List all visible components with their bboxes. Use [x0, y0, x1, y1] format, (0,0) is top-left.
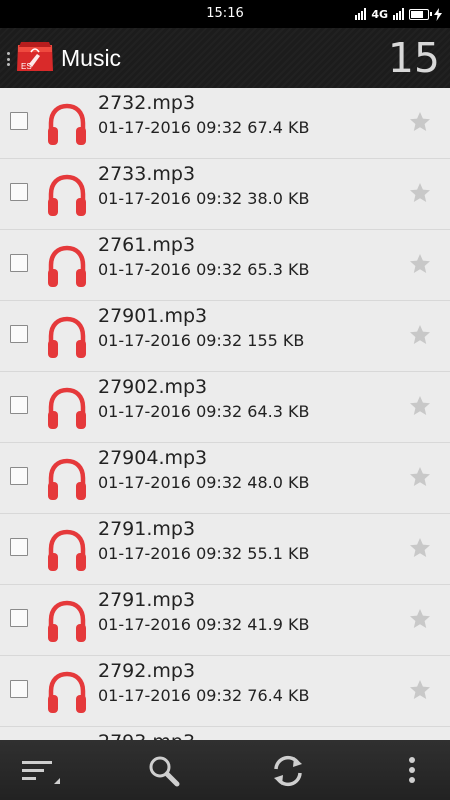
- file-name: 27901.mp3: [98, 305, 208, 327]
- star-icon[interactable]: [408, 536, 432, 560]
- file-size: 67.4 KB: [247, 118, 310, 137]
- file-meta: 01-17-2016 09:32 65.3 KB: [98, 260, 309, 279]
- star-icon[interactable]: [408, 323, 432, 347]
- file-meta: 01-17-2016 09:32 48.0 KB: [98, 473, 309, 492]
- file-date: 01-17-2016 09:32: [98, 686, 243, 705]
- select-checkbox[interactable]: [10, 112, 28, 130]
- file-meta: 01-17-2016 09:32 55.1 KB: [98, 544, 309, 563]
- file-date: 01-17-2016 09:32: [98, 473, 243, 492]
- sort-icon[interactable]: [20, 754, 60, 788]
- file-size: 64.3 KB: [247, 402, 310, 421]
- star-icon[interactable]: [408, 607, 432, 631]
- select-checkbox[interactable]: [10, 325, 28, 343]
- list-item[interactable]: 2792.mp3 01-17-2016 09:32 76.4 KB: [0, 656, 450, 727]
- star-icon[interactable]: [408, 181, 432, 205]
- select-checkbox[interactable]: [10, 680, 28, 698]
- headphones-icon: [48, 529, 86, 571]
- item-count: 15: [387, 34, 440, 82]
- file-meta: 01-17-2016 09:32 76.4 KB: [98, 686, 309, 705]
- headphones-icon: [48, 174, 86, 216]
- file-date: 01-17-2016 09:32: [98, 615, 243, 634]
- file-date: 01-17-2016 09:32: [98, 189, 243, 208]
- bottom-toolbar: [0, 740, 450, 800]
- star-icon[interactable]: [408, 252, 432, 276]
- file-date: 01-17-2016 09:32: [98, 544, 243, 563]
- list-item[interactable]: 2791.mp3 01-17-2016 09:32 55.1 KB: [0, 514, 450, 585]
- select-checkbox[interactable]: [10, 538, 28, 556]
- select-checkbox[interactable]: [10, 183, 28, 201]
- file-size: 38.0 KB: [247, 189, 310, 208]
- file-date: 01-17-2016 09:32: [98, 118, 243, 137]
- file-date: 01-17-2016 09:32: [98, 260, 243, 279]
- list-item[interactable]: 2791.mp3 01-17-2016 09:32 41.9 KB: [0, 585, 450, 656]
- list-item[interactable]: 27904.mp3 01-17-2016 09:32 48.0 KB: [0, 443, 450, 514]
- star-icon[interactable]: [408, 465, 432, 489]
- file-size: 65.3 KB: [247, 260, 310, 279]
- list-item[interactable]: 2793.mp3: [0, 727, 450, 740]
- file-meta: 01-17-2016 09:32 38.0 KB: [98, 189, 309, 208]
- file-list: 2732.mp3 01-17-2016 09:32 67.4 KB 2733.m…: [0, 88, 450, 740]
- list-item[interactable]: 2761.mp3 01-17-2016 09:32 65.3 KB: [0, 230, 450, 301]
- file-name: 2791.mp3: [98, 518, 196, 540]
- file-date: 01-17-2016 09:32: [98, 331, 243, 350]
- status-bar: 15:16 4G: [0, 0, 450, 28]
- file-size: 48.0 KB: [247, 473, 310, 492]
- list-item[interactable]: 27901.mp3 01-17-2016 09:32 155 KB: [0, 301, 450, 372]
- signal-icon: [355, 8, 367, 20]
- file-name: 2761.mp3: [98, 234, 196, 256]
- drawer-dots-icon[interactable]: [7, 52, 10, 66]
- headphones-icon: [48, 671, 86, 713]
- battery-icon: [409, 8, 432, 20]
- star-icon[interactable]: [408, 110, 432, 134]
- file-size: 76.4 KB: [247, 686, 310, 705]
- status-icons: 4G: [355, 6, 442, 22]
- list-item[interactable]: 2733.mp3 01-17-2016 09:32 38.0 KB: [0, 159, 450, 230]
- select-checkbox[interactable]: [10, 609, 28, 627]
- select-checkbox[interactable]: [10, 467, 28, 485]
- file-meta: 01-17-2016 09:32 155 KB: [98, 331, 304, 350]
- file-date: 01-17-2016 09:32: [98, 402, 243, 421]
- star-icon[interactable]: [408, 394, 432, 418]
- signal-icon: [393, 8, 404, 20]
- file-name: 2792.mp3: [98, 660, 196, 682]
- file-name: 2791.mp3: [98, 589, 196, 611]
- network-type-label: 4G: [371, 7, 388, 21]
- headphones-icon: [48, 387, 86, 429]
- list-item[interactable]: 2732.mp3 01-17-2016 09:32 67.4 KB: [0, 88, 450, 159]
- file-name: 2733.mp3: [98, 163, 196, 185]
- star-icon[interactable]: [408, 678, 432, 702]
- charging-bolt-icon: [434, 7, 442, 21]
- headphones-icon: [48, 245, 86, 287]
- list-item[interactable]: 27902.mp3 01-17-2016 09:32 64.3 KB: [0, 372, 450, 443]
- more-vert-icon[interactable]: [392, 754, 432, 788]
- file-size: 55.1 KB: [247, 544, 310, 563]
- page-title: Music: [61, 45, 122, 71]
- search-icon[interactable]: [146, 754, 186, 788]
- headphones-icon: [48, 600, 86, 642]
- file-name: 2732.mp3: [98, 92, 196, 114]
- headphones-icon: [48, 458, 86, 500]
- select-checkbox[interactable]: [10, 254, 28, 272]
- svg-text:ES: ES: [21, 62, 32, 71]
- action-bar: ES Music 15: [0, 28, 450, 88]
- es-file-explorer-logo-icon[interactable]: ES: [15, 40, 55, 74]
- file-meta: 01-17-2016 09:32 67.4 KB: [98, 118, 309, 137]
- select-checkbox[interactable]: [10, 396, 28, 414]
- file-name: 2793.mp3: [98, 731, 195, 740]
- file-meta: 01-17-2016 09:32 64.3 KB: [98, 402, 309, 421]
- refresh-icon[interactable]: [268, 754, 308, 788]
- file-meta: 01-17-2016 09:32 41.9 KB: [98, 615, 309, 634]
- file-size: 41.9 KB: [247, 615, 310, 634]
- headphones-icon: [48, 316, 86, 358]
- headphones-icon: [48, 103, 86, 145]
- file-name: 27902.mp3: [98, 376, 208, 398]
- file-name: 27904.mp3: [98, 447, 208, 469]
- file-size: 155 KB: [247, 331, 305, 350]
